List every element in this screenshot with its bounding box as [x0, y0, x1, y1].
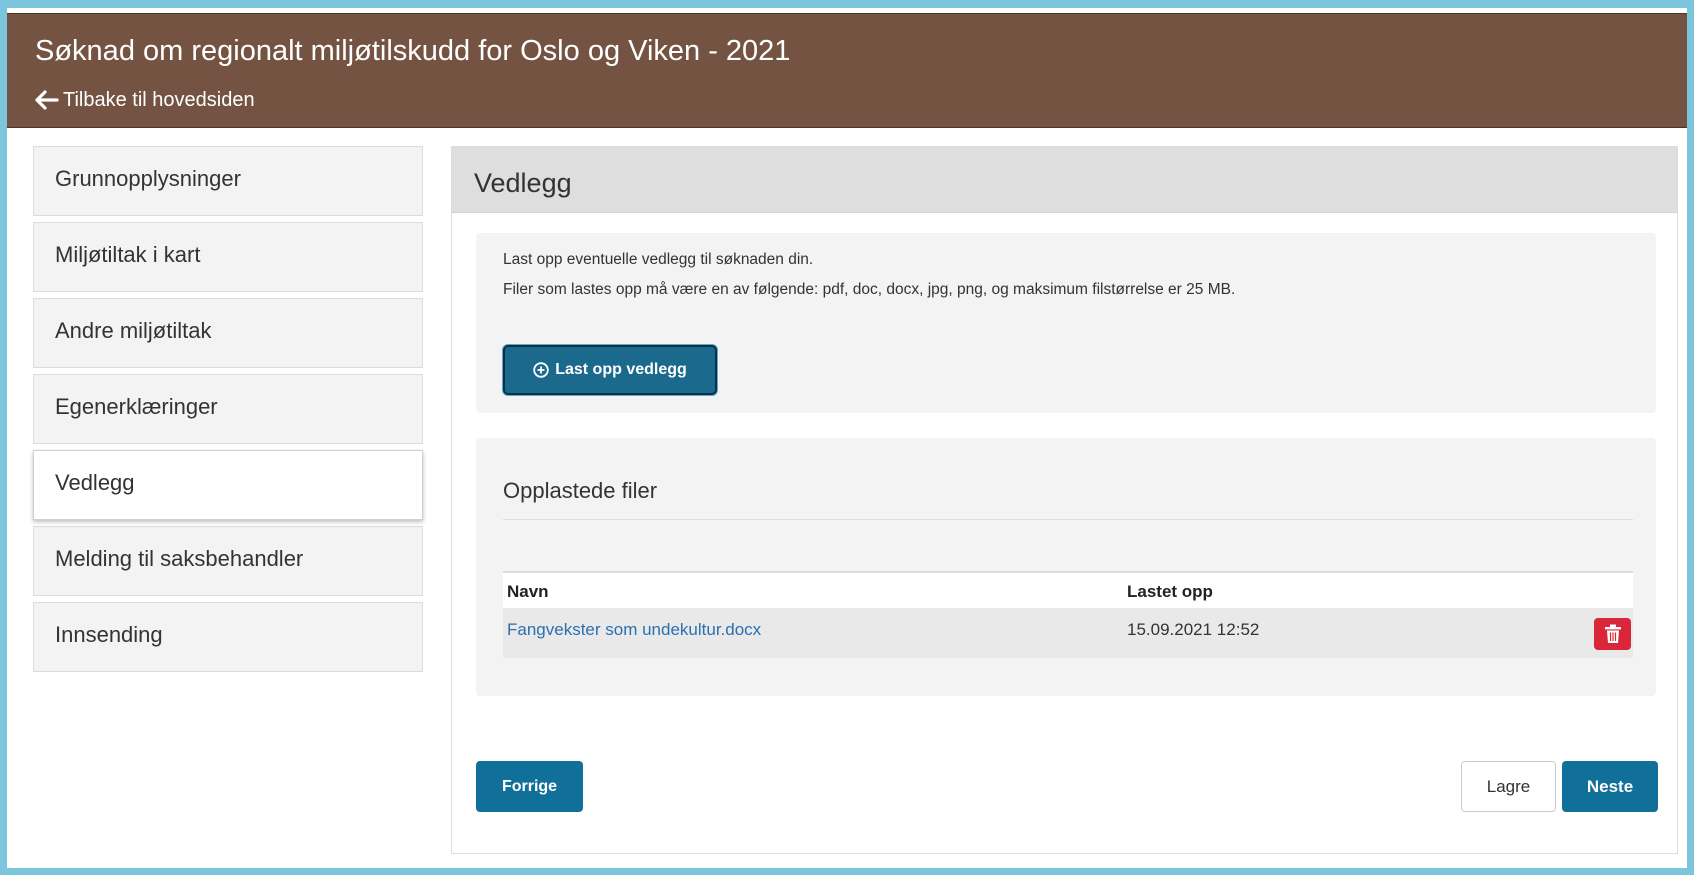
sidebar-item-melding-til-saksbehandler[interactable]: Melding til saksbehandler: [33, 526, 423, 596]
sidebar-item-label: Melding til saksbehandler: [55, 546, 304, 571]
upload-requirements-text: Filer som lastes opp må være en av følge…: [503, 281, 1236, 298]
panel-header: Vedlegg: [452, 147, 1677, 213]
section-title: Vedlegg: [474, 168, 572, 198]
previous-button[interactable]: Forrige: [476, 761, 583, 812]
back-link-label: Tilbake til hovedsiden: [63, 89, 255, 111]
delete-file-button[interactable]: [1594, 618, 1631, 650]
upload-attachment-label: Last opp vedlegg: [555, 361, 687, 378]
upload-info-text: Last opp eventuelle vedlegg til søknaden…: [503, 251, 814, 268]
plus-circle-icon: [533, 362, 549, 378]
upload-attachment-button[interactable]: Last opp vedlegg: [503, 345, 717, 395]
files-table-header: Navn Lastet opp: [503, 571, 1633, 608]
sidebar-item-label: Andre miljøtiltak: [55, 318, 212, 343]
column-header-uploaded: Lastet opp: [1127, 582, 1213, 601]
upload-card: Last opp eventuelle vedlegg til søknaden…: [476, 233, 1656, 413]
sidebar-item-vedlegg[interactable]: Vedlegg: [33, 450, 423, 520]
uploaded-files-card: Opplastede filer Navn Lastet opp Fangvek…: [476, 438, 1656, 696]
upload-timestamp: 15.09.2021 12:52: [1127, 620, 1260, 639]
sidebar-item-label: Innsending: [55, 622, 163, 647]
app-header: Søknad om regionalt miljøtilskudd for Os…: [7, 13, 1687, 128]
sidebar-item-miljotiltak-i-kart[interactable]: Miljøtiltak i kart: [33, 222, 423, 292]
table-row: Fangvekster som undekultur.docx 15.09.20…: [503, 608, 1633, 658]
back-link[interactable]: Tilbake til hovedsiden: [35, 88, 255, 112]
sidebar-item-label: Miljøtiltak i kart: [55, 242, 201, 267]
save-button[interactable]: Lagre: [1461, 761, 1556, 812]
next-button[interactable]: Neste: [1562, 761, 1658, 812]
sidebar-item-egenerklaeringer[interactable]: Egenerklæringer: [33, 374, 423, 444]
main-panel: Vedlegg Last opp eventuelle vedlegg til …: [451, 146, 1678, 854]
sidebar-item-label: Egenerklæringer: [55, 394, 218, 419]
file-link[interactable]: Fangvekster som undekultur.docx: [507, 620, 761, 640]
sidebar-item-andre-miljotiltak[interactable]: Andre miljøtiltak: [33, 298, 423, 368]
divider: [503, 519, 1633, 520]
column-header-name: Navn: [507, 582, 549, 601]
sidebar-item-grunnopplysninger[interactable]: Grunnopplysninger: [33, 146, 423, 216]
uploaded-files-title: Opplastede filer: [503, 478, 658, 503]
trash-icon: [1604, 624, 1621, 643]
page-title: Søknad om regionalt miljøtilskudd for Os…: [35, 35, 791, 67]
sidebar-item-label: Grunnopplysninger: [55, 166, 241, 191]
sidebar-item-label: Vedlegg: [55, 470, 135, 495]
sidebar-item-innsending[interactable]: Innsending: [33, 602, 423, 672]
arrow-left-icon: [35, 90, 59, 110]
